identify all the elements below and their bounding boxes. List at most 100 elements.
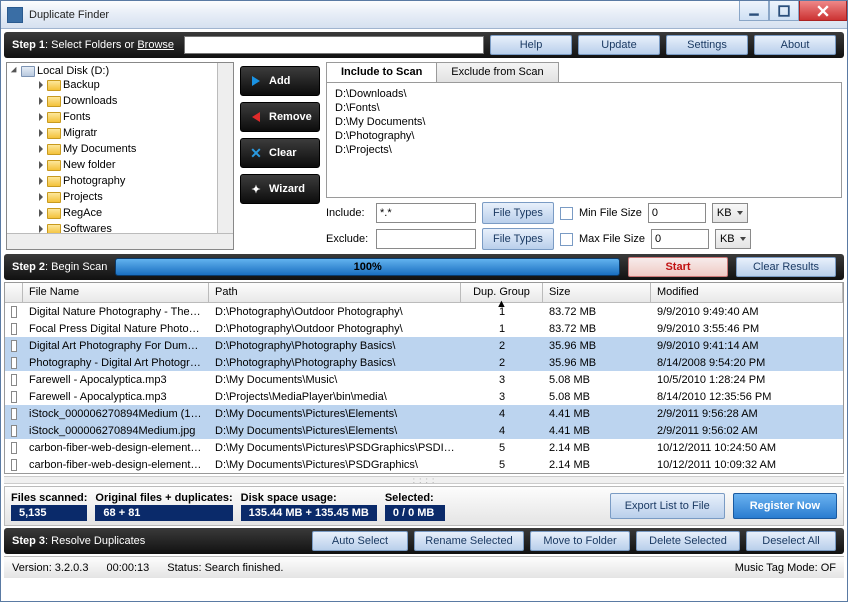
row-checkbox[interactable] <box>5 391 23 403</box>
tree-root-label[interactable]: Local Disk (D:) <box>37 65 109 77</box>
expand-icon[interactable] <box>39 113 43 121</box>
table-row[interactable]: carbon-fiber-web-design-elements (1)D:\M… <box>5 439 843 456</box>
about-button[interactable]: About <box>754 35 836 55</box>
col-path[interactable]: Path <box>209 283 461 302</box>
add-button[interactable]: Add <box>240 66 320 96</box>
col-modified[interactable]: Modified <box>651 283 843 302</box>
titlebar[interactable]: Duplicate Finder <box>1 1 847 29</box>
help-button[interactable]: Help <box>490 35 572 55</box>
cell-group: 5 <box>461 459 543 471</box>
expand-icon[interactable] <box>39 145 43 153</box>
move-to-folder-button[interactable]: Move to Folder <box>530 531 630 551</box>
path-input[interactable] <box>184 36 484 54</box>
settings-button[interactable]: Settings <box>666 35 748 55</box>
row-checkbox[interactable] <box>5 459 23 471</box>
folder-icon <box>47 224 61 234</box>
tab-exclude[interactable]: Exclude from Scan <box>436 62 558 82</box>
row-checkbox[interactable] <box>5 340 23 352</box>
cell-size: 83.72 MB <box>543 306 651 318</box>
expand-icon[interactable] <box>39 193 43 201</box>
include-pattern-input[interactable] <box>376 203 476 223</box>
rename-selected-button[interactable]: Rename Selected <box>414 531 524 551</box>
tree-item[interactable]: Photography <box>39 173 215 189</box>
table-row[interactable]: iStock_000006270894Medium (1).jpgD:\My D… <box>5 405 843 422</box>
row-checkbox[interactable] <box>5 425 23 437</box>
table-row[interactable]: Digital Nature Photography - The ArtD:\P… <box>5 303 843 320</box>
clear-results-button[interactable]: Clear Results <box>736 257 836 277</box>
row-checkbox[interactable] <box>5 374 23 386</box>
deselect-all-button[interactable]: Deselect All <box>746 531 836 551</box>
cell-path: D:\Photography\Photography Basics\ <box>209 340 461 352</box>
tree-item[interactable]: Downloads <box>39 93 215 109</box>
max-filesize-input[interactable] <box>651 229 709 249</box>
row-checkbox[interactable] <box>5 442 23 454</box>
tree-vscrollbar[interactable] <box>217 63 233 233</box>
folder-tree[interactable]: Local Disk (D:) BackupDownloadsFontsMigr… <box>6 62 234 250</box>
tree-item[interactable]: Migratr <box>39 125 215 141</box>
exclude-pattern-input[interactable] <box>376 229 476 249</box>
table-row[interactable]: Farewell - Apocalyptica.mp3D:\Projects\M… <box>5 388 843 405</box>
tab-include[interactable]: Include to Scan <box>326 62 437 82</box>
col-filename[interactable]: File Name <box>23 283 209 302</box>
include-path[interactable]: D:\Photography\ <box>335 129 833 143</box>
results-table[interactable]: File Name Path Dup. Group ▲ Size Modifie… <box>4 282 844 474</box>
expand-icon[interactable] <box>39 225 43 233</box>
clear-button[interactable]: ✕Clear <box>240 138 320 168</box>
row-checkbox[interactable] <box>5 306 23 318</box>
wizard-button[interactable]: ✦Wizard <box>240 174 320 204</box>
browse-link[interactable]: Browse <box>137 39 174 51</box>
tree-item[interactable]: Softwares <box>39 221 215 233</box>
row-checkbox[interactable] <box>5 323 23 335</box>
min-filesize-input[interactable] <box>648 203 706 223</box>
expand-icon[interactable] <box>39 177 43 185</box>
max-filesize-checkbox[interactable] <box>560 233 573 246</box>
tree-hscrollbar[interactable] <box>7 233 233 249</box>
table-row[interactable]: carbon-fiber-web-design-elements.psD:\My… <box>5 456 843 473</box>
include-filetypes-button[interactable]: File Types <box>482 202 554 224</box>
include-path[interactable]: D:\Projects\ <box>335 143 833 157</box>
include-path[interactable]: D:\Downloads\ <box>335 87 833 101</box>
row-checkbox[interactable] <box>5 408 23 420</box>
max-filesize-unit[interactable]: KB <box>715 229 751 249</box>
tree-item[interactable]: Backup <box>39 77 215 93</box>
col-size[interactable]: Size <box>543 283 651 302</box>
splitter-grip[interactable]: : : : : <box>4 476 844 484</box>
include-list[interactable]: D:\Downloads\D:\Fonts\D:\My Documents\D:… <box>326 82 842 198</box>
tree-item[interactable]: RegAce <box>39 205 215 221</box>
expand-icon[interactable] <box>39 209 43 217</box>
table-row[interactable]: Farewell - Apocalyptica.mp3D:\My Documen… <box>5 371 843 388</box>
update-button[interactable]: Update <box>578 35 660 55</box>
cell-filename: Focal Press Digital Nature Photograp <box>23 323 209 335</box>
expand-icon[interactable] <box>39 129 43 137</box>
table-row[interactable]: Digital Art Photography For Dummies.D:\P… <box>5 337 843 354</box>
maximize-button[interactable] <box>769 1 799 21</box>
tree-item[interactable]: Fonts <box>39 109 215 125</box>
expand-icon[interactable] <box>39 161 43 169</box>
expand-icon[interactable] <box>11 67 19 75</box>
results-header[interactable]: File Name Path Dup. Group ▲ Size Modifie… <box>5 283 843 303</box>
delete-selected-button[interactable]: Delete Selected <box>636 531 740 551</box>
register-button[interactable]: Register Now <box>733 493 837 519</box>
include-path[interactable]: D:\Fonts\ <box>335 101 833 115</box>
minimize-button[interactable] <box>739 1 769 21</box>
tree-item[interactable]: New folder <box>39 157 215 173</box>
include-path[interactable]: D:\My Documents\ <box>335 115 833 129</box>
auto-select-button[interactable]: Auto Select <box>312 531 408 551</box>
tree-item[interactable]: My Documents <box>39 141 215 157</box>
remove-button[interactable]: Remove <box>240 102 320 132</box>
exclude-filetypes-button[interactable]: File Types <box>482 228 554 250</box>
start-button[interactable]: Start <box>628 257 728 277</box>
min-filesize-unit[interactable]: KB <box>712 203 748 223</box>
table-row[interactable]: Photography - Digital Art PhotographD:\P… <box>5 354 843 371</box>
export-button[interactable]: Export List to File <box>610 493 725 519</box>
tree-item[interactable]: Projects <box>39 189 215 205</box>
table-row[interactable]: Focal Press Digital Nature PhotograpD:\P… <box>5 320 843 337</box>
row-checkbox[interactable] <box>5 357 23 369</box>
cell-size: 2.14 MB <box>543 442 651 454</box>
close-button[interactable] <box>799 1 847 21</box>
col-group[interactable]: Dup. Group ▲ <box>461 283 543 302</box>
expand-icon[interactable] <box>39 97 43 105</box>
min-filesize-checkbox[interactable] <box>560 207 573 220</box>
expand-icon[interactable] <box>39 81 43 89</box>
table-row[interactable]: iStock_000006270894Medium.jpgD:\My Docum… <box>5 422 843 439</box>
